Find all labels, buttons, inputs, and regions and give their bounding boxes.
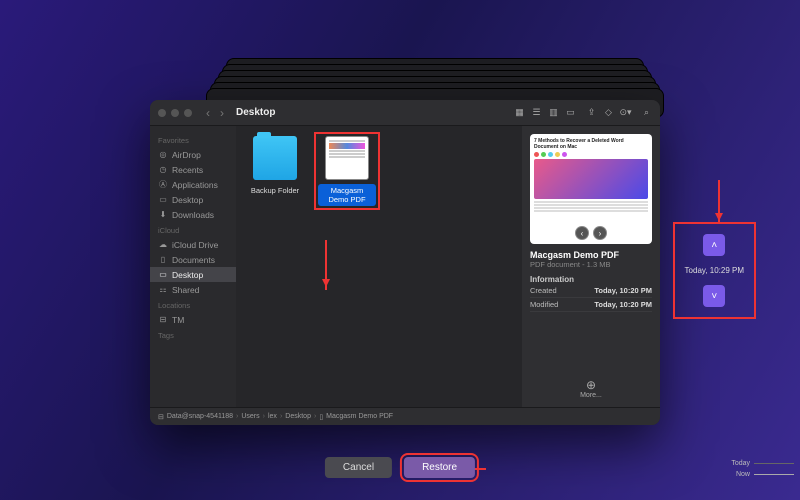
downloads-icon: ⬇	[158, 210, 168, 220]
clock-icon: ◷	[158, 165, 168, 175]
sidebar-item-downloads[interactable]: ⬇Downloads	[150, 207, 236, 222]
share-icon[interactable]: ⇪	[586, 107, 597, 118]
timeline[interactable]: Today Now	[731, 458, 794, 480]
window-title: Desktop	[236, 107, 275, 118]
titlebar: ‹ › Desktop ▦ ☰ ▥ ▭ ⇪ ◇ ⊙▾ ⌕	[150, 100, 660, 126]
apps-icon: Ⓐ	[158, 180, 168, 190]
desktop-icon: ▭	[158, 195, 168, 205]
sidebar-item-airdrop[interactable]: ◎AirDrop	[150, 147, 236, 162]
icon-view-icon[interactable]: ▦	[514, 107, 525, 118]
path-bar[interactable]: ⊟Data@snap-4541188› Users› lex› Desktop›…	[150, 407, 660, 425]
tm-down-button[interactable]: ˅	[703, 285, 725, 307]
preview-more[interactable]: ⊕More...	[530, 378, 652, 399]
cloud-icon: ☁	[158, 240, 168, 250]
doc-icon: ▯	[158, 255, 168, 265]
annotation-arrow	[325, 240, 327, 290]
tm-up-button[interactable]: ˄	[703, 234, 725, 256]
preview-row-modified: ModifiedToday, 10:20 PM	[530, 298, 652, 312]
forward-button[interactable]: ›	[216, 104, 228, 122]
sidebar-item-shared[interactable]: ⚏Shared	[150, 282, 236, 297]
preview-subtitle: PDF document - 1.3 MB	[530, 260, 652, 269]
sidebar-item-recents[interactable]: ◷Recents	[150, 162, 236, 177]
time-machine-nav: ˄ Today, 10:29 PM ˅	[681, 230, 748, 311]
desktop-icon: ▭	[158, 270, 168, 280]
back-button[interactable]: ‹	[202, 104, 214, 122]
column-view-icon[interactable]: ▥	[548, 107, 559, 118]
doc-icon: ▯	[319, 413, 323, 421]
cancel-button[interactable]: Cancel	[325, 457, 392, 478]
preview-row-created: CreatedToday, 10:20 PM	[530, 284, 652, 298]
search-icon[interactable]: ⌕	[641, 107, 652, 118]
file-grid: Backup Folder Macgasm Demo PDF	[236, 126, 522, 407]
zoom-icon[interactable]	[184, 109, 192, 117]
finder-window: ‹ › Desktop ▦ ☰ ▥ ▭ ⇪ ◇ ⊙▾ ⌕ Favorites ◎…	[150, 100, 660, 425]
pdf-icon	[325, 136, 369, 180]
folder-icon	[253, 136, 297, 180]
sidebar-item-tm[interactable]: ⊟TM	[150, 312, 236, 327]
preview-thumbnail: 7 Methods to Recover a Deleted Word Docu…	[530, 134, 652, 244]
quicklook-next-icon[interactable]: ›	[593, 226, 607, 240]
file-item-pdf[interactable]: Macgasm Demo PDF	[318, 136, 376, 206]
annotation-arrow	[718, 180, 720, 224]
preview-info-header: Information	[530, 275, 652, 284]
view-switcher[interactable]: ▦ ☰ ▥ ▭	[514, 107, 576, 118]
sidebar-item-desktop-icloud[interactable]: ▭Desktop	[150, 267, 236, 282]
quicklook-prev-icon[interactable]: ‹	[575, 226, 589, 240]
sidebar: Favorites ◎AirDrop ◷Recents ⒶApplication…	[150, 126, 236, 407]
airdrop-icon: ◎	[158, 150, 168, 160]
disk-icon: ⊟	[158, 413, 164, 421]
gallery-view-icon[interactable]: ▭	[565, 107, 576, 118]
preview-pane: 7 Methods to Recover a Deleted Word Docu…	[522, 126, 660, 407]
sidebar-item-documents[interactable]: ▯Documents	[150, 252, 236, 267]
tag-icon[interactable]: ◇	[603, 107, 614, 118]
minimize-icon[interactable]	[171, 109, 179, 117]
sidebar-item-desktop[interactable]: ▭Desktop	[150, 192, 236, 207]
file-item-folder[interactable]: Backup Folder	[246, 136, 304, 197]
shared-icon: ⚏	[158, 285, 168, 295]
action-icon[interactable]: ⊙▾	[620, 107, 631, 118]
sidebar-item-icloud-drive[interactable]: ☁iCloud Drive	[150, 237, 236, 252]
window-controls[interactable]	[158, 109, 192, 117]
preview-title: Macgasm Demo PDF	[530, 250, 652, 260]
restore-button[interactable]: Restore	[404, 457, 475, 478]
close-icon[interactable]	[158, 109, 166, 117]
sidebar-item-applications[interactable]: ⒶApplications	[150, 177, 236, 192]
list-view-icon[interactable]: ☰	[531, 107, 542, 118]
disk-icon: ⊟	[158, 315, 168, 325]
tm-timestamp: Today, 10:29 PM	[685, 262, 744, 279]
